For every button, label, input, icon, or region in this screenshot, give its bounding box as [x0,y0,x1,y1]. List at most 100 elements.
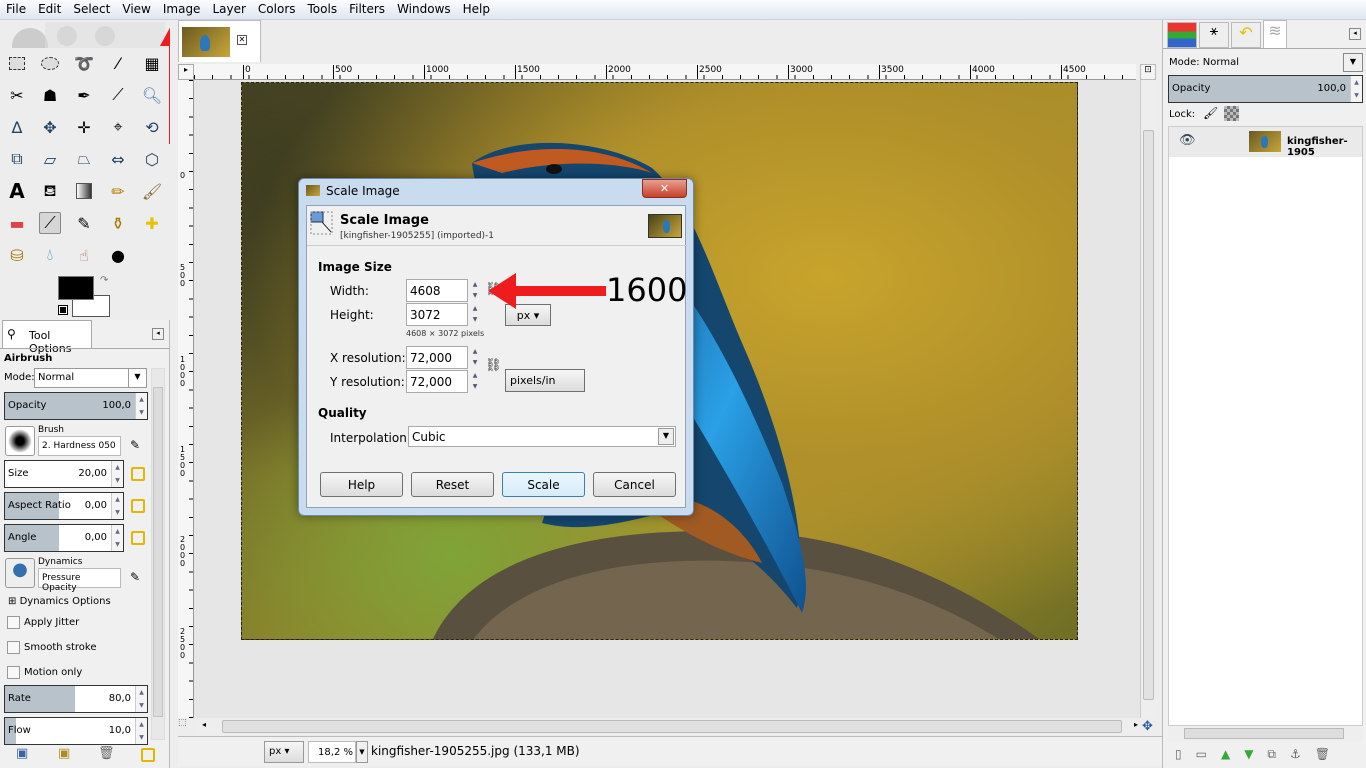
edit-dynamics-icon[interactable]: ✎ [130,570,140,584]
pencil-icon[interactable]: ✏ [107,180,129,202]
restore-options-icon[interactable]: ▣ [58,746,70,761]
zoom-dropdown-icon[interactable]: ▼ [356,741,368,763]
save-options-icon[interactable]: ▣ [16,746,28,761]
brush-preview[interactable] [5,426,35,456]
y-resolution-spinner[interactable]: ▲ ▼ [470,370,480,393]
menu-image[interactable]: Image [157,0,207,19]
resolution-chain-icon[interactable]: ⛓ [485,358,502,373]
delete-layer-icon[interactable]: 🗑︎ [1315,747,1344,761]
bucket-fill-icon[interactable]: ⛾ [39,180,61,202]
dynamics-options-expander[interactable]: ⊞ Dynamics Options [8,596,111,607]
tab-tool-options[interactable]: ⚲ Tool Options [2,320,92,355]
ellipse-select-icon[interactable] [39,52,61,74]
interpolation-dropdown[interactable]: Cubic ▼ [408,426,676,447]
ink-icon[interactable]: ✎ [73,212,95,234]
resolution-unit-dropdown[interactable]: pixels/in [505,369,585,392]
tab-channels-icon[interactable] [1167,22,1197,48]
shear-icon[interactable]: ▱ [39,148,61,170]
size-slider[interactable]: Size 20,00 ▲ ▼ [4,460,124,488]
reset-button[interactable]: Reset [411,472,494,497]
panel-menu-icon[interactable]: ◂ [1349,28,1361,40]
width-spinner[interactable]: ▲ ▼ [470,279,480,302]
perspective-clone-icon[interactable]: ⛁ [6,244,28,266]
heal-icon[interactable]: ✚ [141,212,163,234]
zoom-field[interactable]: 18,2 % [308,741,356,763]
cage-icon[interactable]: ⬡ [141,148,163,170]
new-group-icon[interactable]: ▭ [1196,747,1221,761]
image-tab[interactable]: ✕ [178,20,261,62]
foreground-color-swatch[interactable] [58,276,94,300]
brush-name[interactable]: 2. Hardness 050 [38,436,121,456]
menu-tools[interactable]: Tools [302,0,344,19]
scale-button[interactable]: Scale [502,472,585,497]
quick-mask-icon[interactable]: ⬚ [178,718,194,734]
tab-undo-history-icon[interactable]: ↶ [1231,22,1261,48]
opacity-slider[interactable]: Opacity 100,0 ▲ ▼ [4,392,148,420]
zoom-lock-icon[interactable]: ⊡ [1140,64,1156,80]
tab-layers-icon[interactable]: ≋ [1263,20,1287,48]
eraser-icon[interactable]: ▬ [6,212,28,234]
visibility-eye-icon[interactable]: 👁︎ [1179,133,1196,148]
dynamics-icon[interactable]: ● [5,558,35,588]
scissors-icon[interactable]: ✂ [6,84,28,106]
raise-layer-icon[interactable]: ▲ [1221,747,1244,761]
layer-opacity-slider[interactable]: Opacity 100,0 ▲ ▼ [1168,75,1363,103]
menu-arrow-icon[interactable]: ▸ [178,64,194,80]
tab-paths-icon[interactable]: ⚹ [1199,22,1229,48]
menu-edit[interactable]: Edit [32,0,67,19]
lasso-icon[interactable]: ➰ [73,52,95,74]
close-dialog-button[interactable]: ✕ [642,179,687,198]
reset-size-icon[interactable] [131,467,145,481]
clone-icon[interactable]: ⚱ [107,212,129,234]
mode-dropdown-icon[interactable]: ▼ [1343,53,1363,72]
delete-options-icon[interactable]: 🗑︎ [98,746,115,761]
height-spinner[interactable]: ▲ ▼ [470,303,480,326]
reset-aspect-icon[interactable] [131,499,145,513]
height-input[interactable]: 3072 [406,303,468,326]
edit-brush-icon[interactable]: ✎ [130,438,140,452]
flow-slider[interactable]: Flow 10,0 ▲ ▼ [4,717,148,745]
menu-windows[interactable]: Windows [391,0,457,19]
x-resolution-spinner[interactable]: ▲ ▼ [470,346,480,369]
menu-help[interactable]: Help [457,0,496,19]
color-picker-icon[interactable]: ⟋ [107,84,129,106]
help-button[interactable]: Help [320,472,403,497]
lower-layer-icon[interactable]: ▼ [1244,747,1267,761]
menu-view[interactable]: View [116,0,156,19]
reset-options-icon[interactable] [141,748,155,762]
duplicate-layer-icon[interactable]: ⧉ [1267,747,1290,761]
blur-icon[interactable]: 💧︎ [39,244,61,266]
x-resolution-input[interactable]: 72,000 [406,346,468,369]
lock-alpha-icon[interactable] [1224,106,1239,121]
motion-only-checkbox[interactable] [7,666,20,679]
layer-row[interactable]: 👁︎ kingfisher-1905 [1169,127,1362,158]
lock-pixels-icon[interactable]: 🖌︎ [1203,106,1218,120]
menu-filters[interactable]: Filters [343,0,391,19]
new-layer-icon[interactable]: ▯ [1175,747,1196,761]
cancel-button[interactable]: Cancel [593,472,676,497]
apply-jitter-checkbox[interactable] [7,616,20,629]
close-tab-icon[interactable]: ✕ [237,35,247,45]
reset-angle-icon[interactable] [131,531,145,545]
move-icon[interactable]: ✥ [39,116,61,138]
crop-icon[interactable]: ⌖ [107,116,129,138]
dodge-burn-icon[interactable]: ● [107,244,129,266]
layer-name[interactable]: kingfisher-1905 [1287,136,1362,158]
flip-icon[interactable]: ⇔ [107,148,129,170]
text-tool-icon[interactable]: A [6,179,28,203]
align-icon[interactable]: ✛ [73,116,95,138]
blend-icon[interactable] [73,180,95,202]
horizontal-scrollbar[interactable]: ◂ ▸ [196,720,1140,734]
mode-dropdown[interactable]: Normal ▼ [34,368,147,388]
menu-file[interactable]: File [0,0,32,19]
swap-colors-icon[interactable]: ↷ [100,275,108,286]
panel-menu-icon[interactable]: ◂ [152,328,164,340]
aspect-ratio-slider[interactable]: Aspect Ratio 0,00 ▲ ▼ [4,492,124,520]
perspective-icon[interactable]: ⏢ [73,148,95,170]
menu-layer[interactable]: Layer [206,0,251,19]
scale-icon[interactable]: ⧉ [6,148,28,170]
smooth-stroke-checkbox[interactable] [7,641,20,654]
default-colors-icon[interactable] [58,305,68,315]
y-resolution-input[interactable]: 72,000 [406,370,468,393]
dynamics-name[interactable]: Pressure Opacity [38,568,121,593]
